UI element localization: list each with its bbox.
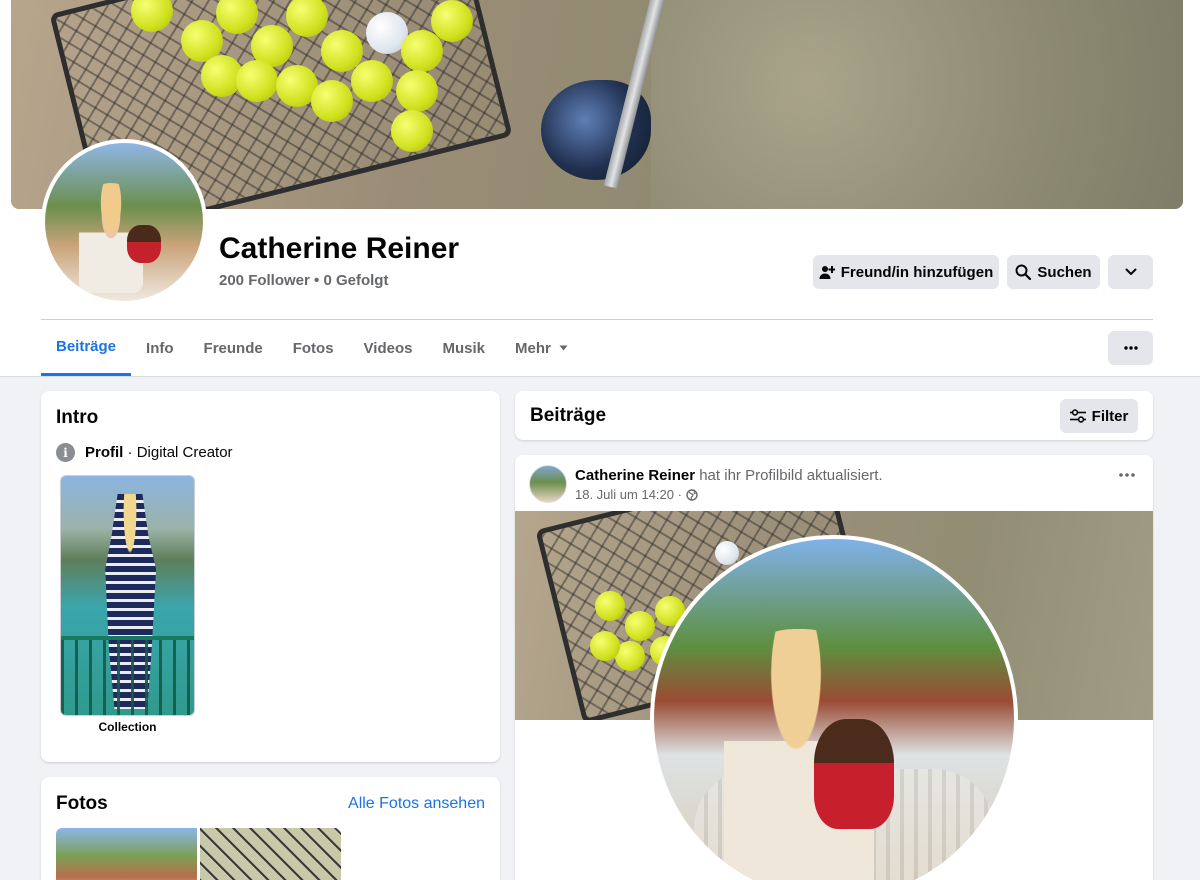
post-ball xyxy=(625,611,655,641)
post-action-text: hat ihr Profilbild aktualisiert. xyxy=(699,467,883,484)
tab-beitraege[interactable]: Beiträge xyxy=(41,320,132,376)
more-horizontal-icon xyxy=(1123,346,1138,350)
post-profile-picture[interactable] xyxy=(650,535,1018,880)
cover-ball xyxy=(236,60,278,102)
cover-ball xyxy=(351,60,393,102)
posts-title: Beiträge xyxy=(530,405,607,426)
profile-tabs: Beiträge Info Freunde Fotos Videos Musik… xyxy=(41,320,583,376)
featured-collection-image[interactable] xyxy=(60,475,195,716)
tab-freunde[interactable]: Freunde xyxy=(189,320,278,376)
intro-profile-line: i Profil · Digital Creator xyxy=(56,443,233,462)
add-friend-icon xyxy=(819,264,835,280)
tab-label: Beiträge xyxy=(56,338,117,355)
tab-label: Mehr xyxy=(514,339,551,357)
globe-icon xyxy=(686,488,698,501)
tab-label: Fotos xyxy=(292,339,334,357)
photo-thumbnail[interactable] xyxy=(200,828,341,880)
post-author-avatar[interactable] xyxy=(529,465,567,503)
post-options-button[interactable] xyxy=(1119,473,1135,477)
intro-card: Intro i Profil · Digital Creator Collect… xyxy=(41,391,500,762)
see-all-photos-link[interactable]: Alle Fotos ansehen xyxy=(348,795,485,813)
search-icon xyxy=(1015,264,1032,280)
profile-options-button[interactable] xyxy=(1108,255,1153,289)
more-horizontal-icon xyxy=(1119,473,1135,477)
cover-turf xyxy=(651,0,1183,209)
follower-stats[interactable]: 200 Follower • 0 Gefolgt xyxy=(219,272,388,289)
cover-ball xyxy=(431,0,473,42)
filter-button[interactable]: Filter xyxy=(1060,399,1138,433)
tab-fotos[interactable]: Fotos xyxy=(278,320,349,376)
tab-info[interactable]: Info xyxy=(131,320,189,376)
chevron-down-icon xyxy=(1125,268,1137,276)
post-header: Catherine Reiner hat ihr Profilbild aktu… xyxy=(575,467,883,484)
post-meta: 18. Juli um 14:20 · xyxy=(575,487,698,502)
add-friend-label: Freund/in hinzufügen xyxy=(840,263,994,281)
intro-profile-label: Profil xyxy=(85,444,124,461)
tab-videos[interactable]: Videos xyxy=(349,320,428,376)
featured-collection-label[interactable]: Collection xyxy=(60,720,195,734)
posts-header-card: Beiträge Filter xyxy=(515,391,1153,440)
tab-label: Videos xyxy=(363,339,413,357)
tabs-more-button[interactable] xyxy=(1108,331,1153,365)
post-card: Catherine Reiner hat ihr Profilbild aktu… xyxy=(515,455,1153,880)
collection-railing xyxy=(61,636,194,715)
intro-profile-text: Profil · Digital Creator xyxy=(85,444,233,461)
caret-down-icon xyxy=(559,345,568,351)
cover-ball xyxy=(396,70,438,112)
filter-icon xyxy=(1069,409,1086,423)
intro-title: Intro xyxy=(56,407,99,428)
search-button[interactable]: Suchen xyxy=(1007,255,1100,289)
post-ball xyxy=(590,631,620,661)
post-dog xyxy=(814,719,894,829)
tab-label: Info xyxy=(146,339,174,357)
avatar-dog xyxy=(127,225,161,263)
profile-name: Catherine Reiner xyxy=(219,232,460,265)
cover-ball xyxy=(311,80,353,122)
tab-label: Freunde xyxy=(203,339,263,357)
tab-label: Musik xyxy=(442,339,485,357)
photos-title: Fotos xyxy=(56,793,108,814)
intro-separator: · xyxy=(127,444,133,461)
intro-category: Digital Creator xyxy=(136,444,233,461)
post-timestamp[interactable]: 18. Juli um 14:20 · xyxy=(575,487,682,502)
info-icon: i xyxy=(56,443,75,462)
photos-card: Fotos Alle Fotos ansehen xyxy=(41,777,500,880)
post-ball xyxy=(715,541,739,565)
search-label: Suchen xyxy=(1037,263,1092,281)
tab-mehr[interactable]: Mehr xyxy=(500,320,583,376)
add-friend-button[interactable]: Freund/in hinzufügen xyxy=(813,255,999,289)
cover-ball xyxy=(391,110,433,152)
post-author-name[interactable]: Catherine Reiner xyxy=(575,467,695,484)
photo-thumbnail[interactable] xyxy=(56,828,197,880)
filter-label: Filter xyxy=(1091,407,1129,425)
post-ball xyxy=(595,591,625,621)
profile-avatar[interactable] xyxy=(41,139,207,305)
tab-musik[interactable]: Musik xyxy=(427,320,500,376)
